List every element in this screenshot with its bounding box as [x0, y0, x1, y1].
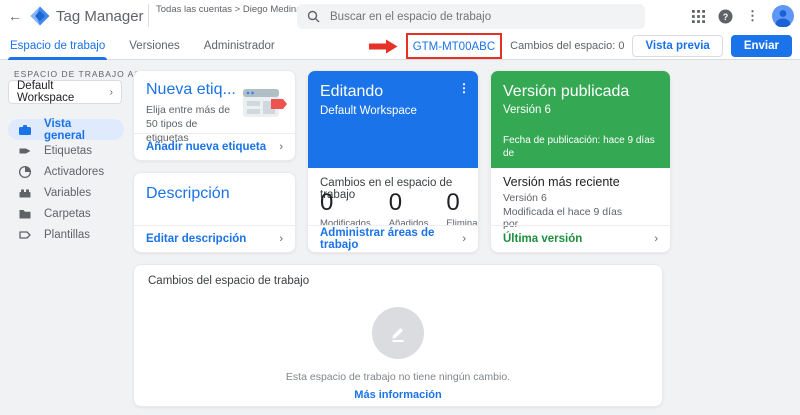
workspace-selector-name: Default Workspace	[17, 80, 75, 104]
tag-manager-app: ← Tag Manager Todas las cuentas > Diego …	[0, 0, 800, 415]
chevron-right-icon: ›	[462, 233, 466, 245]
templates-icon	[18, 228, 32, 242]
sidebar-item-label: Vista general	[44, 117, 85, 142]
chevron-right-icon: ›	[654, 233, 658, 245]
editing-workspace-name: Default Workspace	[320, 105, 417, 117]
editing-workspace-card: Editando Default Workspace ⋮ Cambios en …	[307, 70, 479, 253]
stat-deleted: 0 Eliminados	[446, 189, 478, 229]
chevron-right-icon: ›	[109, 86, 113, 98]
tab-espacio-de-trabajo[interactable]: Espacio de trabajo	[7, 32, 108, 60]
tab-versiones[interactable]: Versiones	[129, 32, 180, 60]
published-card-header: Versión publicada Versión 6 Fecha de pub…	[491, 71, 670, 168]
tag-manager-logo-icon	[30, 6, 50, 31]
new-tag-card: Nueva etiq... Elija entre más de 50 tipo…	[133, 70, 296, 161]
trigger-icon	[18, 165, 32, 179]
tab-administrador[interactable]: Administrador	[204, 32, 275, 60]
workspace-changes-count: Cambios del espacio: 0	[510, 40, 625, 52]
sidebar-item-variables[interactable]: Variables	[8, 182, 124, 203]
sidebar-item-vista-general[interactable]: Vista general	[8, 117, 124, 142]
submit-button[interactable]: Enviar	[730, 35, 792, 57]
chevron-right-icon: ›	[279, 141, 283, 153]
latest-version-title: Versión más reciente	[503, 175, 620, 189]
modified-line1: Modificada el hace 9 días	[503, 206, 623, 218]
description-title: Descripción	[146, 185, 230, 202]
latest-version-block: Versión más reciente Versión 6 Modificad…	[503, 175, 622, 230]
overview-icon	[18, 123, 32, 137]
sidebar-item-carpetas[interactable]: Carpetas	[8, 203, 124, 224]
stat-value: 0	[388, 189, 403, 216]
stat-added: 0 Añadidos	[389, 189, 429, 229]
new-tag-title: Nueva etiq...	[146, 81, 236, 98]
empty-state: Esta espacio de trabajo no tiene ningún …	[134, 307, 662, 403]
variables-brick-icon	[18, 186, 32, 200]
folder-icon	[18, 207, 32, 221]
workspace-changes-card: Cambios del espacio de trabajo Esta espa…	[133, 264, 663, 407]
edit-description-footer[interactable]: Editar descripción ›	[134, 225, 295, 252]
publish-date-line1: Fecha de publicación: hace 9 días	[503, 135, 655, 146]
more-info-link[interactable]: Más información	[354, 389, 441, 401]
stat-modified: 0 Modificados	[320, 189, 371, 229]
published-title: Versión publicada	[503, 83, 630, 100]
latest-version-footer[interactable]: Última versión ›	[491, 225, 670, 252]
header-actions: ? ⋮	[692, 0, 794, 32]
publish-date-line2: de	[503, 148, 515, 159]
app-title: Tag Manager	[56, 8, 144, 25]
chevron-right-icon: ›	[279, 233, 283, 245]
main-content: ESPACIO DE TRABAJO ACTUAL Default Worksp…	[0, 60, 800, 415]
search-icon	[307, 10, 320, 23]
latest-version-number: Versión 6	[503, 192, 547, 204]
workspace-changes-title: Cambios del espacio de trabajo	[148, 275, 310, 287]
latest-version-link[interactable]: Última versión	[503, 233, 582, 245]
sidebar-item-label: Carpetas	[44, 207, 91, 220]
red-callout-arrow-icon	[368, 39, 398, 54]
container-id-highlight[interactable]: GTM-MT00ABC	[405, 33, 503, 59]
manage-workspaces-footer[interactable]: Administrar áreas de trabajo ›	[308, 225, 478, 252]
help-icon[interactable]: ?	[718, 9, 733, 24]
sidebar-item-etiquetas[interactable]: Etiquetas	[8, 140, 124, 161]
tag-illustration-icon	[241, 85, 287, 128]
tabs: Espacio de trabajo Versiones Administrad…	[7, 32, 275, 60]
published-version-card: Versión publicada Versión 6 Fecha de pub…	[490, 70, 671, 253]
manage-workspaces-link[interactable]: Administrar áreas de trabajo	[320, 227, 462, 251]
stat-value: 0	[446, 189, 460, 216]
editing-title: Editando	[320, 83, 384, 100]
publish-date: Fecha de publicación: hace 9 días de	[503, 134, 655, 160]
workspace-selector[interactable]: Default Workspace ›	[8, 80, 122, 104]
add-new-tag-link[interactable]: Añadir nueva etiqueta	[146, 141, 266, 153]
sidebar-item-label: Plantillas	[44, 228, 91, 241]
svg-text:?: ?	[723, 11, 729, 21]
edit-description-link[interactable]: Editar descripción	[146, 233, 246, 245]
search-input[interactable]	[330, 10, 610, 23]
pencil-icon	[372, 307, 424, 359]
top-header: ← Tag Manager Todas las cuentas > Diego …	[0, 0, 800, 32]
sidebar-item-activadores[interactable]: Activadores	[8, 161, 124, 182]
workspace-change-stats: 0 Modificados 0 Añadidos 0 Eliminados	[320, 189, 478, 229]
workspace-toolbar: GTM-MT00ABC Cambios del espacio: 0 Vista…	[368, 32, 792, 60]
sidebar-item-label: Etiquetas	[44, 144, 92, 157]
sidebar-item-plantillas[interactable]: Plantillas	[8, 224, 124, 245]
description-card: Descripción Editar descripción ›	[133, 172, 296, 253]
search-bar[interactable]	[297, 4, 645, 29]
tag-icon	[18, 144, 32, 158]
sidebar-nav: Vista general Etiquetas Activadores Vari…	[8, 117, 124, 245]
avatar[interactable]	[772, 5, 794, 27]
back-arrow-icon[interactable]: ←	[8, 8, 22, 24]
overflow-menu-icon[interactable]: ⋮	[746, 8, 759, 24]
editing-card-header: Editando Default Workspace ⋮	[308, 71, 478, 168]
published-version-number: Versión 6	[503, 104, 551, 116]
header-divider	[148, 4, 149, 27]
apps-grid-icon[interactable]	[692, 9, 705, 23]
empty-state-text: Esta espacio de trabajo no tiene ningún …	[285, 371, 511, 383]
breadcrumb[interactable]: Todas las cuentas > Diego Medina	[156, 4, 302, 15]
stat-value: 0	[320, 189, 334, 216]
add-new-tag-footer[interactable]: Añadir nueva etiqueta ›	[134, 133, 295, 160]
sidebar-item-label: Activadores	[44, 165, 105, 178]
preview-button[interactable]: Vista previa	[632, 35, 723, 57]
container-id[interactable]: GTM-MT00ABC	[413, 41, 495, 53]
card-menu-icon[interactable]: ⋮	[458, 81, 470, 95]
tab-bar: Espacio de trabajo Versiones Administrad…	[0, 32, 800, 60]
sidebar-item-label: Variables	[44, 186, 92, 199]
